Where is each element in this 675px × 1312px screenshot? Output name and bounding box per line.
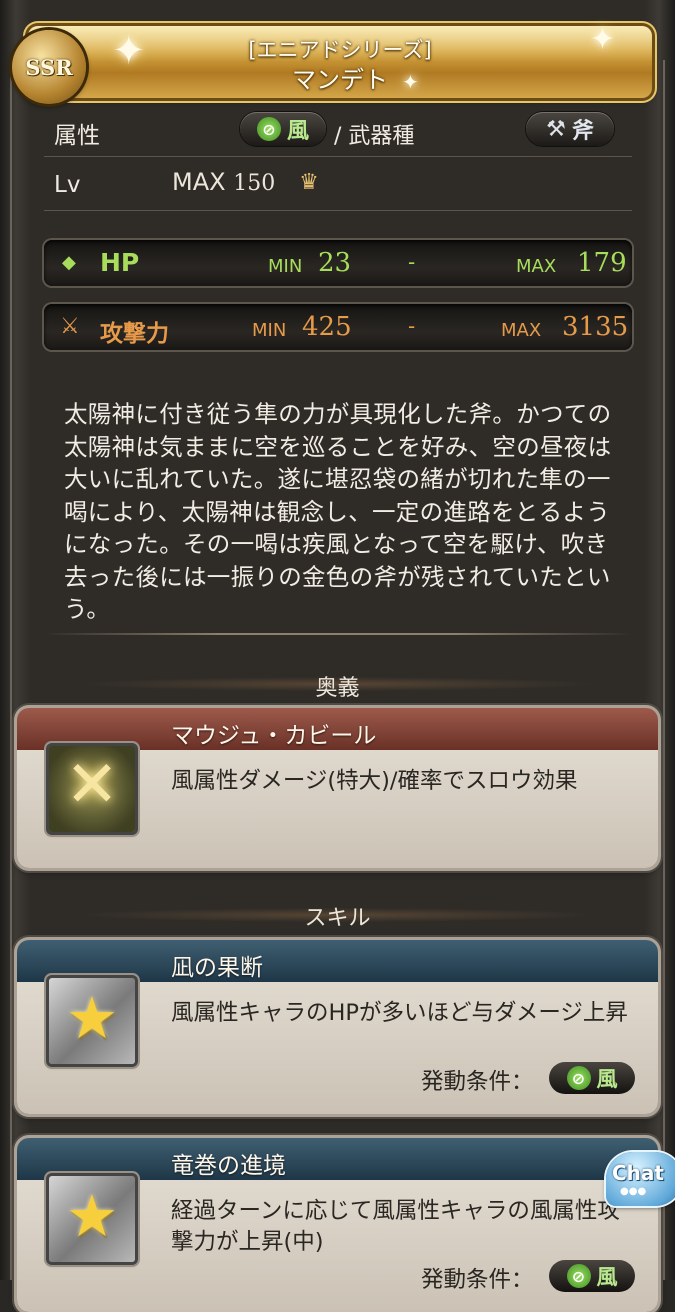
- sparkle-icon: ✦: [590, 22, 616, 57]
- level-prefix: MAX: [172, 168, 226, 196]
- level-value: MAX 150: [172, 168, 275, 196]
- atk-min-value: 425: [302, 312, 352, 342]
- sword-icon: ⚔: [60, 314, 80, 339]
- chat-button[interactable]: Chat ●●●: [606, 1152, 675, 1206]
- description-divider: [44, 633, 632, 635]
- skill-condition-value: 風: [596, 1067, 618, 1091]
- skill-effect: 経過ターンに応じて風属性キャラの風属性攻撃力が上昇(中): [171, 1198, 620, 1255]
- skill-condition-badge: ⊘ 風: [549, 1062, 635, 1094]
- row-divider: [44, 210, 632, 211]
- weapon-type-badge: ⚒ 斧: [526, 112, 614, 146]
- skill-card-header: [17, 1138, 658, 1180]
- weapon-type-label: / 武器種: [334, 124, 415, 149]
- level-label: Lv: [54, 172, 81, 198]
- ougi-name: マウジュ・カビール: [171, 723, 377, 749]
- crown-icon: ♛: [299, 170, 319, 195]
- hp-min-value: 23: [318, 248, 352, 278]
- skill-name: 竜巻の進境: [171, 1153, 286, 1179]
- skill-condition-label: 発動条件：: [421, 1069, 534, 1095]
- diamond-icon: ◆: [62, 252, 76, 273]
- skill-name: 凪の果断: [171, 955, 263, 981]
- star-icon: ★: [49, 978, 135, 1064]
- atk-label: 攻撃力: [100, 321, 169, 347]
- atk-min-label: MIN: [252, 320, 287, 341]
- hp-max-label: MAX: [516, 256, 557, 277]
- star-icon: ★: [49, 1176, 135, 1262]
- weapon-description: 太陽神に付き従う隼の力が具現化した斧。かつての太陽神は気ままに空を巡ることを好み…: [64, 400, 612, 623]
- hp-min-label: MIN: [268, 256, 303, 277]
- atk-stat-bar: ⚔ 攻撃力 MIN 425 - MAX 3135: [44, 304, 632, 350]
- wind-icon: ⊘: [566, 1066, 591, 1090]
- ougi-card: マウジュ・カビール ✕ 風属性ダメージ(特大)/確率でスロウ効果: [17, 708, 658, 868]
- level-number: 150: [233, 171, 276, 196]
- crossed-swords-icon: ✕: [49, 746, 135, 832]
- rarity-text: SSR: [25, 54, 73, 80]
- weapon-type-value: 斧: [571, 119, 594, 144]
- skill-section-title: スキル: [304, 906, 371, 931]
- atk-max-label: MAX: [501, 320, 542, 341]
- hp-max-value: 179: [577, 248, 627, 278]
- sparkle-icon: ✦: [112, 28, 146, 74]
- atk-max-value: 3135: [562, 312, 629, 342]
- chat-dots-icon: ●●●: [620, 1186, 647, 1197]
- ougi-section-title: 奥義: [315, 676, 360, 701]
- atk-dash: -: [408, 314, 416, 338]
- wind-icon: ⊘: [256, 117, 281, 141]
- row-divider: [44, 156, 632, 157]
- hp-label: HP: [100, 248, 140, 277]
- skill-card-header: [17, 940, 658, 982]
- hp-dash: -: [408, 250, 416, 274]
- skill-condition-value: 風: [596, 1265, 618, 1289]
- chat-label: Chat: [612, 1161, 664, 1185]
- axe-icon: ⚒: [546, 116, 566, 142]
- hp-stat-bar: ◆ HP MIN 23 - MAX 179: [44, 240, 632, 286]
- sparkle-icon: ✦: [402, 70, 419, 94]
- ougi-effect: 風属性ダメージ(特大)/確率でスロウ効果: [171, 768, 578, 794]
- skill-condition-label: 発動条件：: [421, 1267, 534, 1293]
- wind-icon: ⊘: [566, 1264, 591, 1288]
- rarity-badge: SSR: [12, 30, 86, 104]
- element-badge: ⊘ 風: [240, 112, 326, 146]
- skill-card: 凪の果断 ★ 風属性キャラのHPが多いほど与ダメージ上昇 発動条件： ⊘ 風: [17, 940, 658, 1114]
- element-label: 属性: [54, 123, 100, 149]
- skill-card: 竜巻の進境 ★ 経過ターンに応じて風属性キャラの風属性攻撃力が上昇(中) 発動条…: [17, 1138, 658, 1312]
- element-value: 風: [286, 119, 309, 144]
- skill-effect: 風属性キャラのHPが多いほど与ダメージ上昇: [171, 1000, 628, 1026]
- skill-condition-badge: ⊘ 風: [549, 1260, 635, 1292]
